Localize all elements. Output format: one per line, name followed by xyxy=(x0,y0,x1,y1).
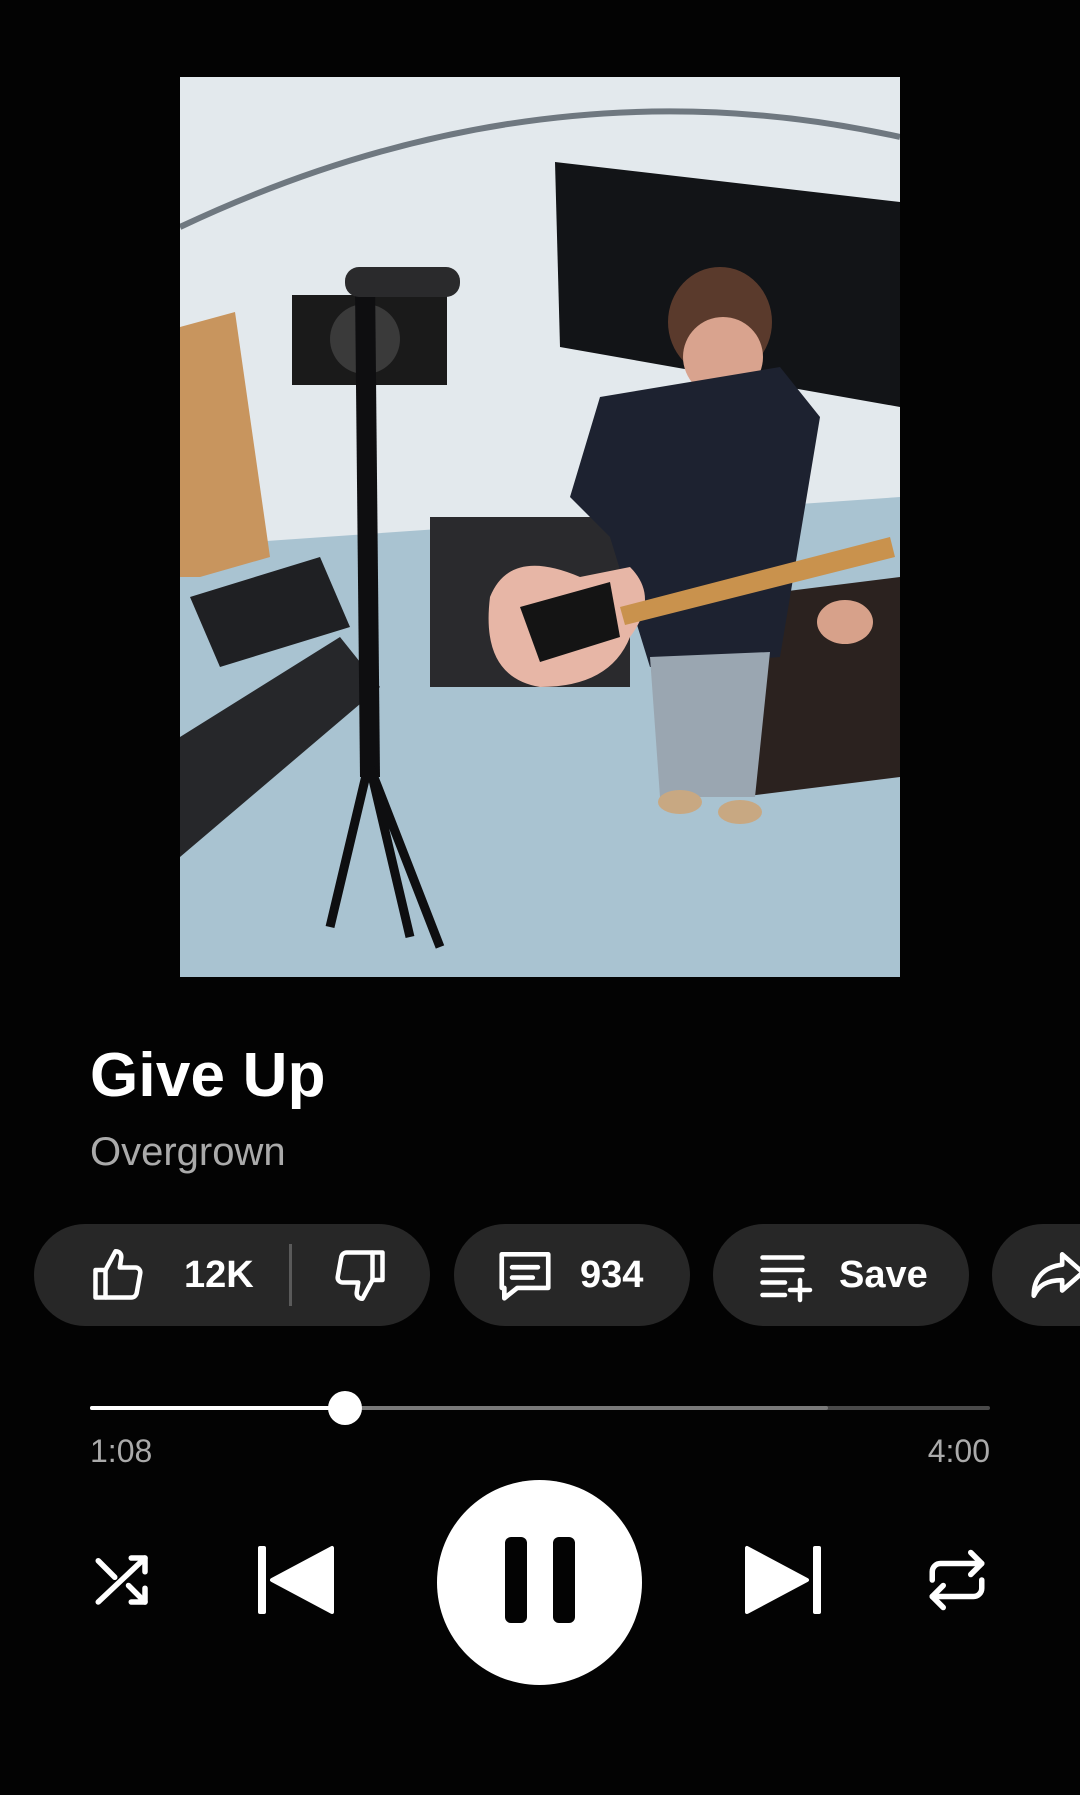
artist-name[interactable]: Overgrown xyxy=(90,1130,286,1175)
comments-button[interactable]: 934 xyxy=(454,1224,690,1326)
share-icon xyxy=(992,1244,1080,1306)
repeat-icon xyxy=(924,1547,990,1618)
album-artwork[interactable] xyxy=(180,77,900,977)
next-button[interactable] xyxy=(740,1542,825,1622)
share-button[interactable] xyxy=(992,1224,1080,1326)
track-title: Give Up xyxy=(90,1041,326,1110)
like-dislike-pill: 12K xyxy=(34,1224,430,1326)
play-pause-button[interactable] xyxy=(437,1480,642,1685)
like-button[interactable]: 12K xyxy=(88,1224,254,1326)
playlist-add-icon xyxy=(713,1245,815,1305)
skip-previous-icon xyxy=(256,1544,336,1621)
action-bar: 12K 934 Save xyxy=(34,1224,1080,1326)
total-time: 4:00 xyxy=(927,1433,990,1469)
dislike-button[interactable] xyxy=(330,1224,390,1326)
seek-played xyxy=(90,1406,345,1410)
repeat-button[interactable] xyxy=(922,1547,992,1617)
thumbs-down-icon xyxy=(330,1245,390,1305)
seek-bar[interactable] xyxy=(90,1391,990,1425)
comment-icon xyxy=(454,1244,556,1306)
seek-thumb[interactable] xyxy=(327,1391,362,1425)
like-divider xyxy=(289,1244,292,1306)
skip-next-icon xyxy=(743,1544,823,1621)
current-time: 1:08 xyxy=(90,1433,153,1469)
save-button[interactable]: Save xyxy=(713,1224,969,1326)
previous-button[interactable] xyxy=(253,1542,338,1622)
artwork-image xyxy=(180,77,900,977)
like-count: 12K xyxy=(184,1253,254,1296)
save-label: Save xyxy=(839,1253,928,1296)
pause-icon xyxy=(504,1537,575,1628)
thumbs-up-icon xyxy=(88,1245,148,1305)
shuffle-button[interactable] xyxy=(88,1547,158,1617)
comment-count: 934 xyxy=(580,1253,644,1296)
shuffle-icon xyxy=(90,1547,156,1618)
playback-controls xyxy=(0,1480,1080,1685)
